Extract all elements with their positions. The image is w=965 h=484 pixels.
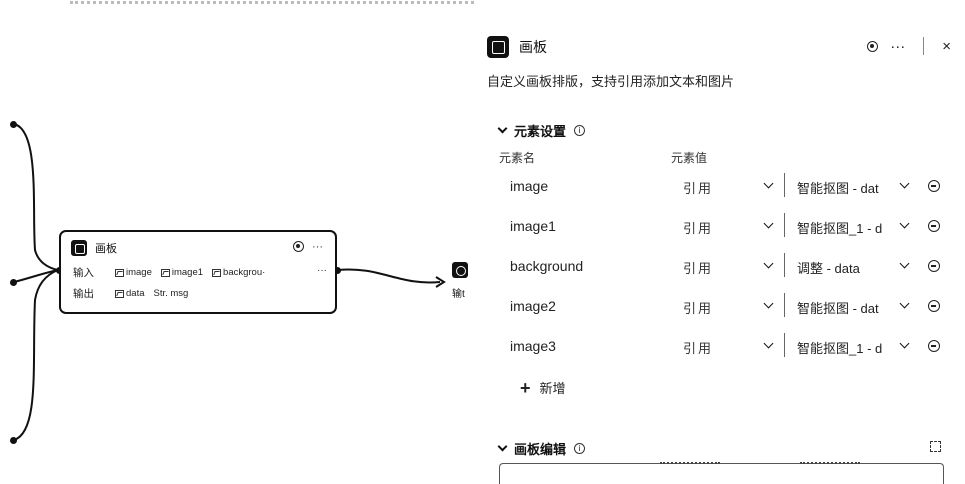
run-icon[interactable] bbox=[867, 40, 879, 52]
chevron-down-icon[interactable] bbox=[763, 178, 774, 189]
chevron-down-icon[interactable] bbox=[899, 178, 910, 189]
image-icon bbox=[160, 268, 170, 277]
divider bbox=[784, 213, 785, 237]
mode-select[interactable]: 引用 bbox=[683, 218, 713, 237]
workflow-canvas[interactable]: 画板 ··· 输入 image image1 backgrou· ··· 输出 … bbox=[0, 0, 475, 484]
board-icon bbox=[71, 240, 87, 256]
divider bbox=[784, 293, 785, 317]
element-row: image3 引用 智能抠图_1 - d bbox=[487, 328, 957, 366]
column-value-header: 元素值 bbox=[671, 151, 708, 165]
input-pin: image bbox=[115, 267, 152, 278]
mode-select[interactable]: 引用 bbox=[683, 258, 713, 277]
remove-icon[interactable] bbox=[928, 340, 940, 352]
chevron-down-icon[interactable] bbox=[763, 298, 774, 309]
input-pin: image1 bbox=[160, 267, 203, 278]
element-name[interactable]: background bbox=[510, 258, 583, 274]
expand-icon[interactable] bbox=[930, 441, 941, 452]
edge-in-1 bbox=[13, 123, 59, 271]
value-select[interactable]: 智能抠图 - dat bbox=[797, 178, 891, 197]
element-row: image1 引用 智能抠图_1 - d bbox=[487, 208, 957, 246]
port-dot[interactable] bbox=[10, 121, 17, 128]
chevron-down-icon[interactable] bbox=[763, 258, 774, 269]
remove-icon[interactable] bbox=[928, 300, 940, 312]
chevron-down-icon[interactable] bbox=[899, 338, 910, 349]
element-row: image 引用 智能抠图 - dat bbox=[487, 168, 957, 206]
run-icon[interactable] bbox=[293, 241, 304, 252]
element-name[interactable]: image3 bbox=[510, 338, 556, 354]
board-icon bbox=[487, 36, 509, 58]
board-editor-toolbar[interactable] bbox=[499, 462, 944, 484]
divider bbox=[923, 37, 925, 55]
next-node[interactable]: 输t bbox=[452, 262, 475, 302]
output-label: 输出 bbox=[73, 288, 94, 300]
workflow-editor: 画板 ··· 输入 image image1 backgrou· ··· 输出 … bbox=[0, 0, 965, 484]
mode-select[interactable]: 引用 bbox=[683, 298, 713, 317]
node-outputs-row: 输出 data Str. msg bbox=[73, 286, 197, 301]
mode-select[interactable]: 引用 bbox=[683, 178, 713, 197]
chevron-down-icon bbox=[497, 441, 508, 452]
info-icon[interactable]: i bbox=[574, 125, 586, 136]
close-icon[interactable]: × bbox=[942, 38, 951, 55]
edge-in-2 bbox=[13, 269, 59, 283]
chevron-down-icon[interactable] bbox=[763, 218, 774, 229]
image-icon bbox=[212, 268, 222, 277]
port-dot[interactable] bbox=[10, 279, 17, 286]
image-icon bbox=[115, 289, 124, 298]
port-dot[interactable] bbox=[10, 437, 17, 444]
column-name-header: 元素名 bbox=[499, 151, 536, 165]
divider bbox=[784, 173, 785, 197]
chevron-down-icon[interactable] bbox=[763, 338, 774, 349]
add-element-button[interactable]: + 新增 bbox=[520, 378, 566, 397]
output-pin: Str. msg bbox=[153, 288, 189, 299]
divider bbox=[784, 333, 785, 357]
output-node-icon bbox=[452, 262, 468, 278]
value-select[interactable]: 智能抠图_1 - d bbox=[797, 218, 891, 237]
node-settings-panel: 画板 ··· × 自定义画板排版，支持引用添加文本和图片 元素设置 i 元素名 … bbox=[475, 0, 965, 484]
edge-in-3 bbox=[13, 269, 59, 441]
remove-icon[interactable] bbox=[928, 260, 940, 272]
input-pin: backgrou· bbox=[212, 267, 265, 278]
input-label: 输入 bbox=[73, 267, 94, 279]
elements-section-header[interactable]: 元素设置 i bbox=[497, 121, 586, 140]
edge-out bbox=[337, 268, 441, 284]
panel-more-button[interactable]: ··· bbox=[890, 38, 905, 55]
node-inputs-row: 输入 image image1 backgrou· bbox=[73, 265, 274, 280]
chevron-down-icon[interactable] bbox=[899, 218, 910, 229]
element-name[interactable]: image2 bbox=[510, 298, 556, 314]
next-node-label: 输t bbox=[452, 289, 465, 300]
editor-section-header[interactable]: 画板编辑 i bbox=[497, 439, 586, 458]
panel-description: 自定义画板排版，支持引用添加文本和图片 bbox=[487, 74, 735, 89]
remove-icon[interactable] bbox=[928, 220, 940, 232]
element-name[interactable]: image bbox=[510, 178, 548, 194]
output-pin: data bbox=[115, 288, 145, 299]
remove-icon[interactable] bbox=[928, 180, 940, 192]
chevron-down-icon bbox=[497, 123, 508, 134]
board-node[interactable]: 画板 ··· 输入 image image1 backgrou· ··· 输出 … bbox=[59, 230, 337, 314]
plus-icon: + bbox=[520, 377, 531, 398]
divider bbox=[784, 253, 785, 277]
node-more-button[interactable]: ··· bbox=[312, 241, 323, 253]
element-name[interactable]: image1 bbox=[510, 218, 556, 234]
panel-title: 画板 bbox=[519, 39, 547, 55]
chevron-down-icon[interactable] bbox=[899, 258, 910, 269]
inputs-more[interactable]: ··· bbox=[317, 265, 327, 276]
chevron-down-icon[interactable] bbox=[899, 298, 910, 309]
image-icon bbox=[115, 268, 124, 277]
value-select[interactable]: 智能抠图_1 - d bbox=[797, 338, 891, 357]
mode-select[interactable]: 引用 bbox=[683, 338, 713, 357]
value-select[interactable]: 智能抠图 - dat bbox=[797, 298, 891, 317]
value-select[interactable]: 调整 - data bbox=[797, 258, 891, 277]
element-row: image2 引用 智能抠图 - dat bbox=[487, 288, 957, 326]
info-icon[interactable]: i bbox=[574, 443, 586, 454]
node-title: 画板 bbox=[95, 243, 117, 255]
element-row: background 引用 调整 - data bbox=[487, 248, 957, 286]
